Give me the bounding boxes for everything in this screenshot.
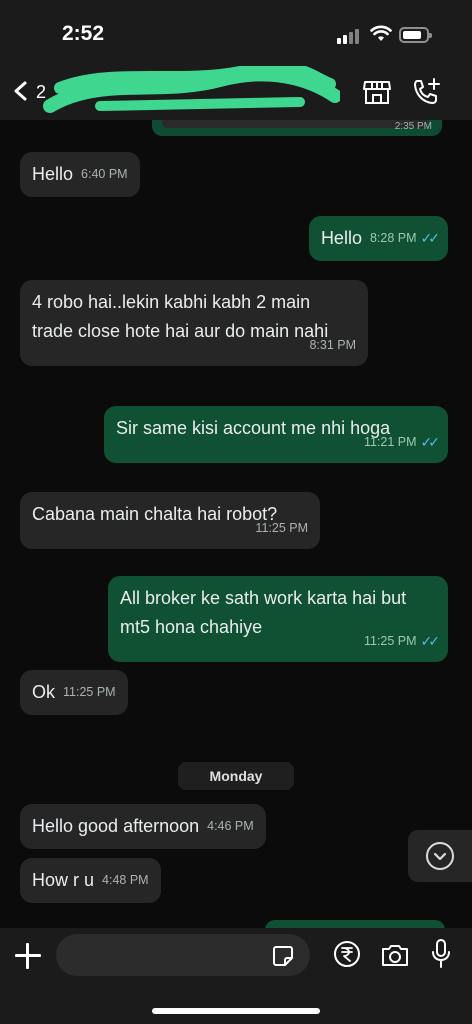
- attach-plus-icon[interactable]: [14, 942, 42, 970]
- read-receipt-icon: ✓✓: [420, 434, 441, 450]
- catalog-shop-icon[interactable]: [362, 78, 392, 106]
- date-separator: Monday: [178, 762, 294, 790]
- message-time: 11:21 PM: [363, 435, 417, 449]
- payment-rupee-icon[interactable]: [333, 940, 361, 968]
- partial-video-message[interactable]: 2:35 PM: [152, 120, 442, 136]
- message-bubble-incoming[interactable]: 4 robo hai..lekin kabhi kabh 2 main trad…: [20, 280, 368, 366]
- message-time: 6:40 PM: [81, 167, 128, 181]
- message-time: 11:25 PM: [363, 634, 417, 648]
- chat-area[interactable]: 2:35 PM Hello 6:40 PM Hello 8:28 PM ✓✓ 4 ro…: [0, 120, 472, 928]
- message-bubble-outgoing[interactable]: All broker ke sath work karta hai but mt…: [108, 576, 448, 662]
- message-time: 11:25 PM: [63, 685, 116, 699]
- message-bubble-outgoing[interactable]: Sir same kisi account me nhi hoga 11:21 …: [104, 406, 448, 463]
- message-bubble-outgoing[interactable]: Hello 8:28 PM ✓✓: [308, 216, 448, 261]
- message-bubble-incoming[interactable]: Cabana main chalta hai robot? 11:25 PM: [20, 492, 320, 549]
- message-bubble-incoming[interactable]: Hello 6:40 PM: [20, 152, 140, 197]
- message-time: 4:48 PM: [102, 873, 149, 887]
- read-receipt-icon: ✓✓: [420, 633, 441, 649]
- add-call-icon[interactable]: [410, 76, 442, 108]
- cellular-signal-icon: [337, 28, 361, 44]
- status-time: 2:52: [62, 22, 105, 45]
- message-time: 8:31 PM: [309, 338, 356, 352]
- chat-header: 2 +91 ... Robot ...: [0, 60, 472, 120]
- composer-bar: [0, 928, 472, 1024]
- wifi-icon: [370, 25, 392, 41]
- chevron-down-icon: [426, 842, 454, 870]
- camera-icon[interactable]: [380, 942, 410, 968]
- microphone-icon[interactable]: [430, 938, 452, 970]
- message-bubble-incoming[interactable]: Hello good afternoon 4:46 PM: [20, 804, 266, 849]
- partial-outgoing-message[interactable]: [265, 920, 445, 928]
- redaction-scribble: [43, 66, 340, 113]
- scroll-to-bottom-button[interactable]: [408, 830, 472, 882]
- message-bubble-incoming[interactable]: How r u 4:48 PM: [20, 858, 161, 903]
- message-time: 11:25 PM: [255, 521, 308, 535]
- status-bar: 2:52: [0, 0, 472, 60]
- message-time: 8:28 PM: [369, 231, 417, 245]
- message-bubble-incoming[interactable]: Ok 11:25 PM: [20, 670, 128, 715]
- back-chevron-icon[interactable]: [10, 80, 32, 102]
- read-receipt-icon: ✓✓: [420, 230, 441, 246]
- sticker-icon[interactable]: [271, 944, 295, 968]
- home-indicator: [152, 1008, 320, 1014]
- battery-icon: [399, 27, 432, 43]
- message-time: 4:46 PM: [207, 819, 254, 833]
